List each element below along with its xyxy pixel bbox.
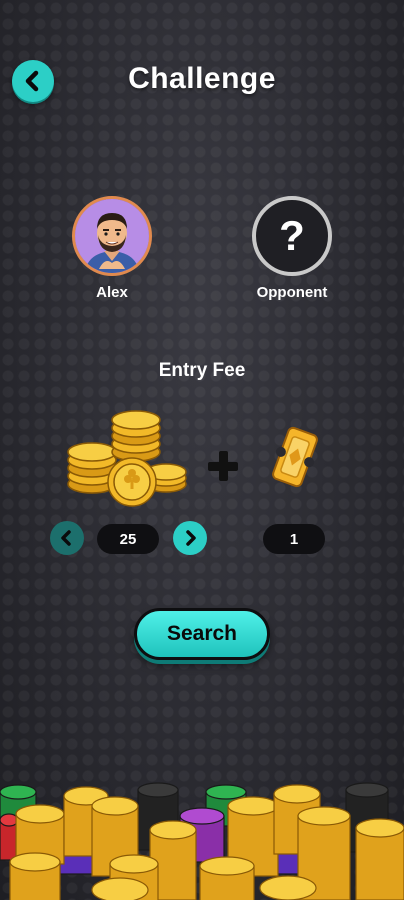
coins-and-chips-decoration [0, 782, 404, 900]
page-title: Challenge [128, 62, 276, 95]
chevron-right-icon [186, 530, 196, 546]
opponent-name: Opponent [256, 284, 328, 301]
decrease-fee-button[interactable] [50, 521, 84, 555]
player-card-me: Alex [52, 196, 172, 301]
ticket-fee-value: 1 [263, 524, 325, 554]
player-card-opponent: ? Opponent [232, 196, 352, 301]
user-avatar-icon [75, 199, 149, 273]
coin-pile-icon [67, 410, 187, 507]
coin-fee-value: 25 [97, 524, 159, 554]
player-name: Alex [96, 284, 128, 301]
ticket-icon [272, 426, 318, 488]
chevron-left-icon [61, 530, 71, 546]
search-button[interactable]: Search [134, 608, 270, 660]
opponent-avatar: ? [252, 196, 332, 276]
entry-fee-label: Entry Fee [158, 360, 246, 381]
question-mark-icon: ? [279, 212, 305, 259]
avatar [72, 196, 152, 276]
increase-fee-button[interactable] [173, 521, 207, 555]
plus-icon [206, 449, 240, 483]
